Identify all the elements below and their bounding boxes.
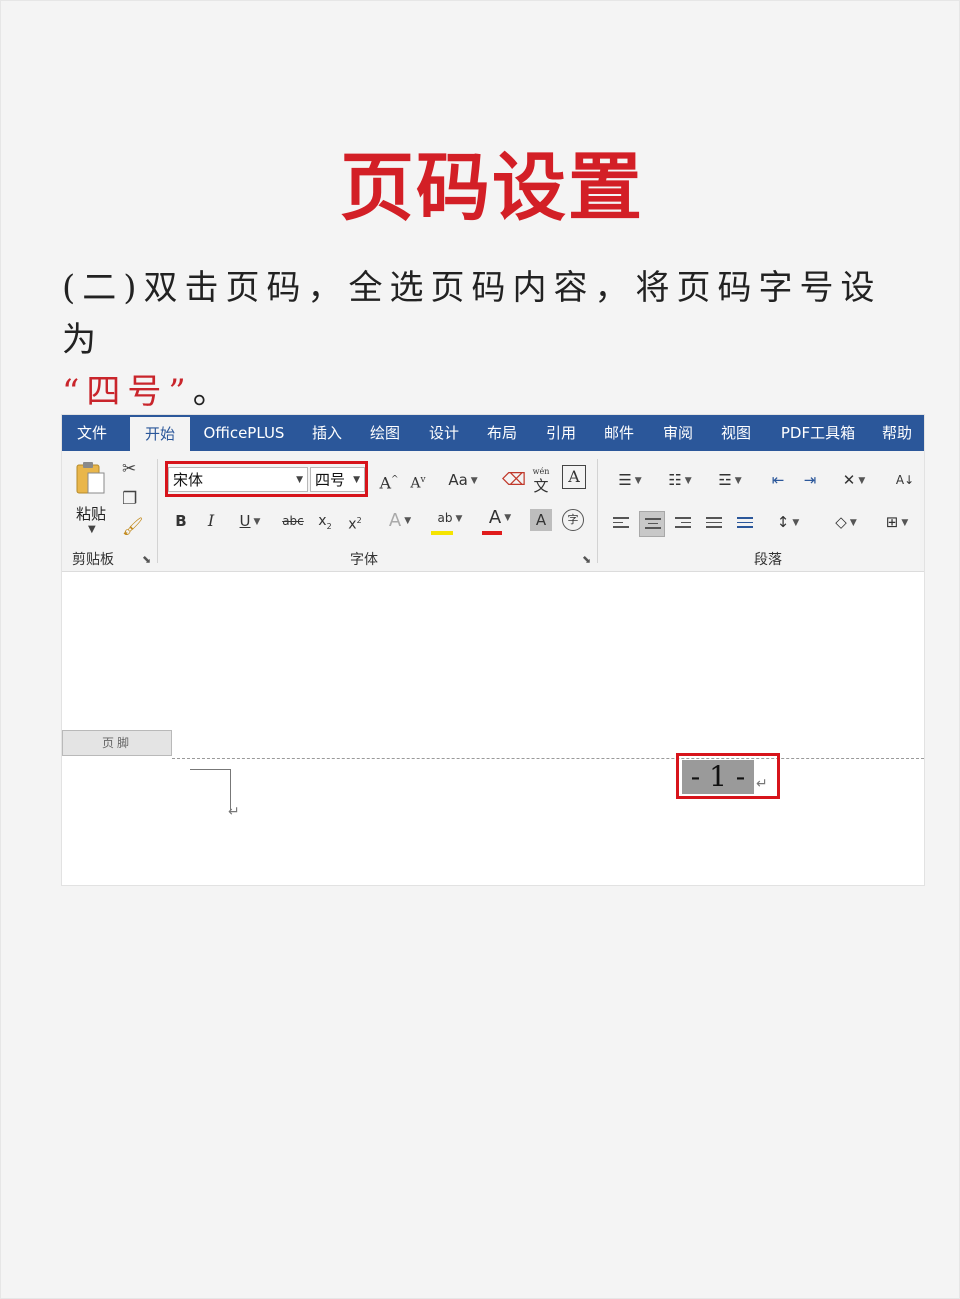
asian-layout-button[interactable]: ✕ ▼ xyxy=(834,467,874,493)
distributed-button[interactable] xyxy=(732,511,758,537)
page-title: 页码设置 xyxy=(340,145,644,231)
sort-button[interactable]: A↓ xyxy=(892,467,918,493)
menu-bar: 文件 开始 OfficePLUS 插入 绘图 设计 布局 引用 邮件 审阅 视图… xyxy=(62,415,924,451)
shrink-font-icon[interactable]: Av xyxy=(407,467,429,493)
paragraph-group-label: 段落 xyxy=(754,552,782,568)
align-right-button[interactable] xyxy=(670,511,696,537)
clipboard-launcher-icon[interactable]: ⬊ xyxy=(142,553,151,566)
strikethrough-button[interactable]: abc xyxy=(278,508,308,534)
align-center-button[interactable] xyxy=(639,511,665,537)
tab-insert[interactable]: 插入 xyxy=(302,415,352,451)
ribbon: 粘贴 ▼ ✂ ❐ 🖌 剪贴板 ⬊ 宋体 ▼ 四号 ▼ A^ Av Aa ▼ ⌫ w… xyxy=(62,451,924,572)
subscript-button[interactable]: x2 xyxy=(314,508,336,534)
word-window: 文件 开始 OfficePLUS 插入 绘图 设计 布局 引用 邮件 审阅 视图… xyxy=(61,414,925,886)
font-color-swatch xyxy=(482,531,502,535)
font-launcher-icon[interactable]: ⬊ xyxy=(582,553,591,566)
tab-pdf-tools[interactable]: PDF工具箱 xyxy=(772,415,864,451)
instruction-tail: 。 xyxy=(192,372,234,412)
tab-draw[interactable]: 绘图 xyxy=(360,415,410,451)
enclose-characters-button[interactable]: 字 xyxy=(562,509,584,531)
margin-corner-mark xyxy=(190,769,231,810)
instruction-main: (二)双击页码，全选页码内容，将页码字号设为 xyxy=(62,268,882,360)
paste-dropdown-icon[interactable]: ▼ xyxy=(88,524,96,535)
instruction-highlight: “四号” xyxy=(62,372,193,412)
cut-icon[interactable]: ✂ xyxy=(122,459,136,479)
character-border-icon[interactable]: A xyxy=(562,465,586,489)
footer-tag: 页脚 xyxy=(62,730,172,756)
line-spacing-button[interactable]: ↕ ▼ xyxy=(768,509,808,535)
tab-references[interactable]: 引用 xyxy=(536,415,586,451)
tab-help[interactable]: 帮助 xyxy=(872,415,922,451)
grow-font-icon[interactable]: A^ xyxy=(378,467,400,493)
tab-mailings[interactable]: 邮件 xyxy=(594,415,644,451)
change-case-button[interactable]: Aa ▼ xyxy=(442,467,484,493)
borders-button[interactable]: ⊞ ▼ xyxy=(876,509,918,535)
page-number-outline xyxy=(676,753,780,799)
paste-label[interactable]: 粘贴 xyxy=(76,503,106,524)
instruction-text: (二)双击页码，全选页码内容，将页码字号设为 “四号”。 xyxy=(62,262,882,418)
font-color-button[interactable]: A ▼ xyxy=(480,505,520,531)
phonetic-guide-icon[interactable]: wén 文 xyxy=(530,465,552,494)
align-left-button[interactable] xyxy=(608,511,634,537)
paragraph-mark: ↵ xyxy=(228,804,240,820)
tab-design[interactable]: 设计 xyxy=(419,415,469,451)
bullets-button[interactable]: ☰ ▼ xyxy=(610,467,650,493)
tab-review[interactable]: 审阅 xyxy=(653,415,703,451)
font-group-label: 字体 xyxy=(350,552,378,568)
clipboard-group-label: 剪贴板 xyxy=(72,552,114,568)
numbering-button[interactable]: ☷ ▼ xyxy=(660,467,700,493)
format-painter-icon[interactable]: 🖌 xyxy=(122,517,144,537)
bold-button[interactable]: B xyxy=(170,508,192,534)
clear-formatting-icon[interactable]: ⌫ xyxy=(502,470,526,490)
tab-file[interactable]: 文件 xyxy=(62,415,122,451)
group-separator xyxy=(157,459,158,563)
tab-officeplus[interactable]: OfficePLUS xyxy=(194,415,294,451)
document-area[interactable]: 页脚 ↵ - 1 - ↵ xyxy=(62,572,924,885)
justify-button[interactable] xyxy=(701,511,727,537)
tab-layout[interactable]: 布局 xyxy=(477,415,527,451)
tab-view[interactable]: 视图 xyxy=(711,415,761,451)
italic-button[interactable]: I xyxy=(200,508,222,534)
group-separator xyxy=(597,459,598,563)
highlight-color-button[interactable]: ab ▼ xyxy=(428,505,472,531)
paste-icon[interactable] xyxy=(76,461,106,495)
underline-button[interactable]: U ▼ xyxy=(230,508,270,534)
multilevel-list-button[interactable]: ☲ ▼ xyxy=(710,467,750,493)
increase-indent-icon[interactable]: ⇥ xyxy=(798,467,822,493)
copy-icon[interactable]: ❐ xyxy=(122,489,137,509)
text-effects-button[interactable]: A ▼ xyxy=(380,508,420,534)
character-shading-button[interactable]: A xyxy=(530,509,552,531)
decrease-indent-icon[interactable]: ⇤ xyxy=(766,467,790,493)
font-highlight-outline xyxy=(165,461,368,497)
superscript-button[interactable]: x2 xyxy=(344,508,366,534)
footer-boundary-line xyxy=(172,758,924,759)
shading-button[interactable]: ◇ ▼ xyxy=(826,509,866,535)
highlight-color-swatch xyxy=(431,531,453,535)
tab-home[interactable]: 开始 xyxy=(130,417,190,451)
